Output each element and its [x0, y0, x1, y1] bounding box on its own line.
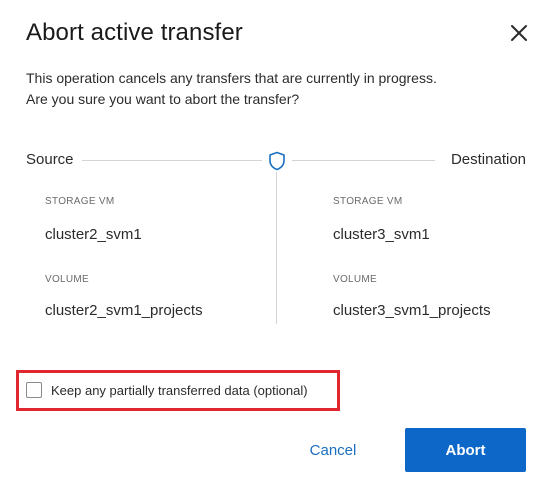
- close-icon: [511, 25, 527, 41]
- description-line-2: Are you sure you want to abort the trans…: [26, 91, 300, 107]
- close-button[interactable]: [504, 18, 534, 48]
- destination-storage-vm-value: cluster3_svm1: [333, 226, 430, 243]
- cancel-button[interactable]: Cancel: [298, 430, 368, 470]
- source-label: Source: [26, 151, 74, 168]
- destination-label: Destination: [450, 151, 526, 168]
- source-volume-value: cluster2_svm1_projects: [45, 302, 203, 319]
- route-line-left: [82, 160, 262, 161]
- dialog-description: This operation cancels any transfers tha…: [26, 68, 526, 110]
- route-line-right: [292, 160, 435, 161]
- dialog-title: Abort active transfer: [26, 19, 243, 46]
- destination-storage-vm-label: STORAGE VM: [333, 196, 403, 207]
- description-line-1: This operation cancels any transfers tha…: [26, 70, 437, 86]
- shield-icon: [269, 151, 285, 171]
- abort-transfer-dialog: Abort active transfer This operation can…: [0, 0, 550, 495]
- source-storage-vm-label: STORAGE VM: [45, 196, 115, 207]
- source-storage-vm-value: cluster2_svm1: [45, 226, 142, 243]
- keep-data-checkbox[interactable]: [26, 382, 42, 398]
- destination-volume-label: VOLUME: [333, 274, 378, 285]
- destination-volume-value: cluster3_svm1_projects: [333, 302, 491, 319]
- abort-button[interactable]: Abort: [405, 428, 526, 472]
- source-volume-label: VOLUME: [45, 274, 90, 285]
- keep-data-label[interactable]: Keep any partially transferred data (opt…: [51, 383, 308, 398]
- route-divider: [276, 172, 277, 324]
